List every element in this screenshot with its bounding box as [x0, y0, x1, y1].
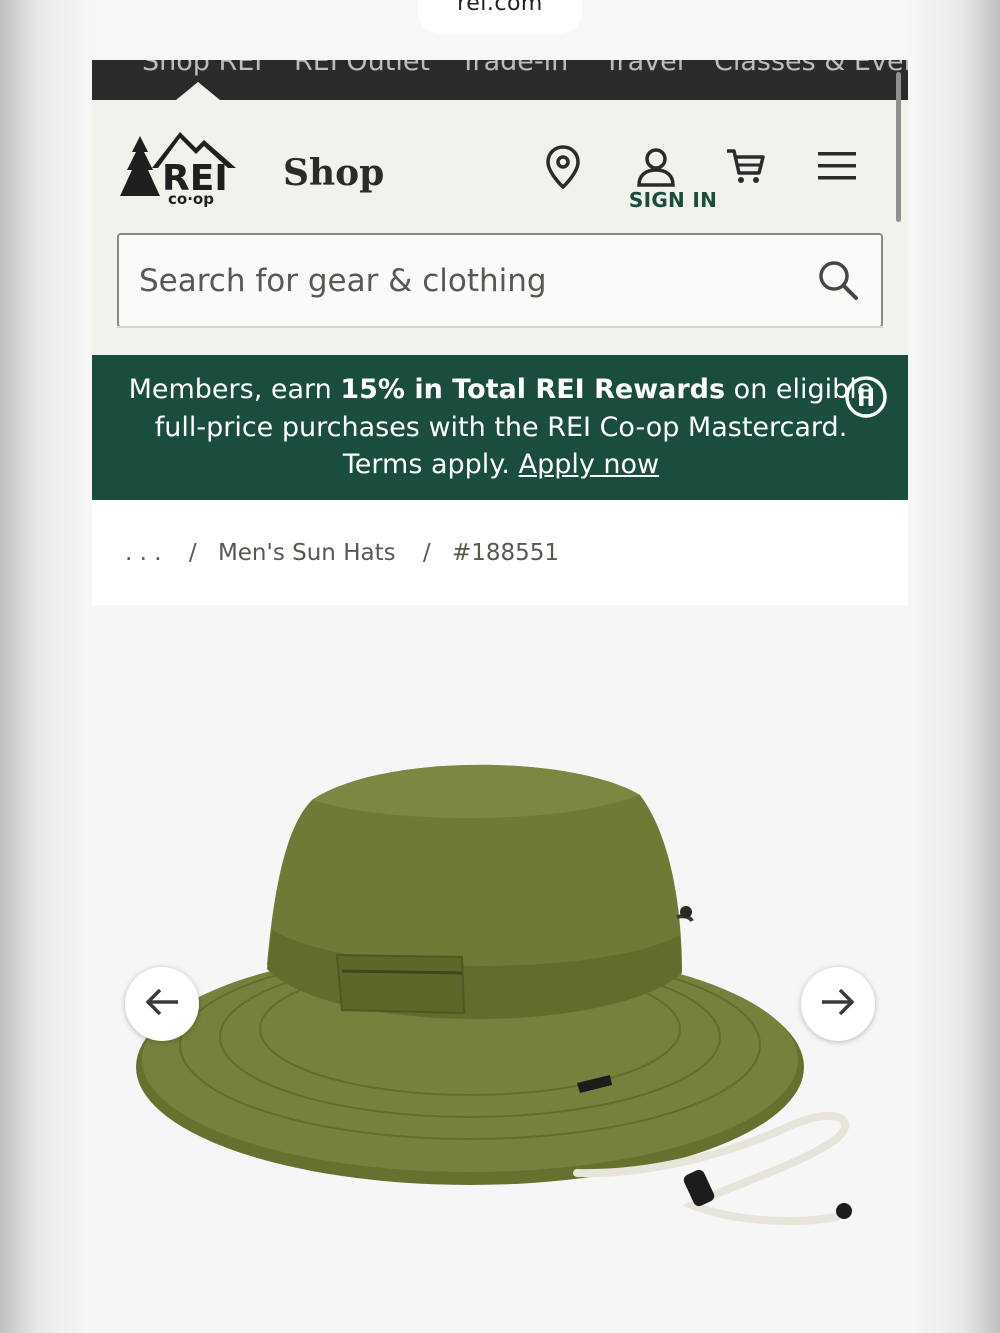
svg-text:co·op: co·op	[168, 190, 214, 208]
cart-icon[interactable]	[724, 144, 768, 188]
apply-now-link[interactable]: Apply now	[519, 449, 660, 480]
active-tab-caret	[176, 82, 220, 100]
rei-page: Shop REI REI Outlet Trade-in Travel Clas…	[92, 60, 908, 1333]
promo-highlight: 15% in Total REI Rewards	[340, 374, 726, 405]
top-nav-item-trade-in[interactable]: Trade-in	[460, 60, 568, 77]
promo-line-2: full-price purchases with the REI Co-op …	[154, 412, 848, 443]
breadcrumb-separator: /	[188, 540, 197, 566]
sign-in-link[interactable]: SIGN IN	[608, 188, 738, 212]
breadcrumb-item-number: #188551	[451, 540, 560, 566]
site-header: REI co·op Shop SIGN IN Search for gear &…	[92, 100, 908, 355]
promo-banner: Members, earn 15% in Total REI Rewards o…	[92, 355, 908, 500]
breadcrumb-separator: /	[422, 540, 431, 566]
url-bar[interactable]: rei.com	[418, 0, 582, 34]
promo-line-1: Members, earn 15% in Total REI Rewards o…	[128, 374, 874, 405]
previous-image-button[interactable]	[125, 967, 199, 1041]
breadcrumb-ellipsis[interactable]: . . .	[125, 540, 162, 566]
top-nav-item-travel[interactable]: Travel	[604, 60, 684, 77]
breadcrumb-category[interactable]: Men's Sun Hats	[218, 540, 396, 566]
shop-label[interactable]: Shop	[283, 152, 384, 194]
pause-icon[interactable]	[844, 375, 888, 430]
menu-icon[interactable]	[816, 148, 858, 184]
location-pin-icon[interactable]	[542, 144, 584, 190]
promo-line-3: Terms apply. Apply now	[342, 449, 660, 480]
scrollbar[interactable]	[896, 72, 901, 222]
product-image-gallery	[92, 605, 908, 1333]
account-icon[interactable]	[634, 146, 678, 188]
search-placeholder: Search for gear & clothing	[139, 263, 547, 299]
breadcrumb: . . . / Men's Sun Hats / #188551	[125, 540, 565, 566]
product-image-bucket-hat	[136, 764, 852, 1225]
top-nav-item-classes-events[interactable]: Classes & Events	[714, 60, 908, 77]
top-nav-item-shop-rei[interactable]: Shop REI	[142, 60, 262, 77]
top-nav-item-rei-outlet[interactable]: REI Outlet	[294, 60, 430, 77]
search-divider	[117, 326, 883, 328]
search-field[interactable]: Search for gear & clothing	[117, 233, 883, 328]
rei-logo[interactable]: REI co·op	[118, 124, 250, 208]
arrow-left-icon	[144, 987, 180, 1021]
arrow-right-icon	[820, 987, 856, 1021]
top-nav: Shop REI REI Outlet Trade-in Travel Clas…	[92, 60, 908, 100]
next-image-button[interactable]	[801, 967, 875, 1041]
url-text: rei.com	[457, 0, 543, 16]
search-icon[interactable]	[817, 259, 859, 305]
